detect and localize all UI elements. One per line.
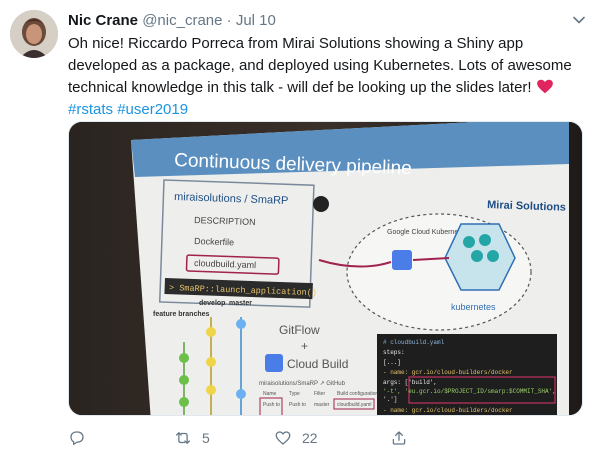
tweet-body: Oh nice! Riccardo Porreca from Mirai Sol…: [68, 35, 572, 96]
github-icon: [313, 196, 329, 212]
code-line-3: [...]: [383, 359, 401, 366]
retweet-count: 5: [202, 430, 210, 446]
trigger-title: miraisolutions/SmaRP ↗ GitHub: [259, 381, 346, 387]
code-line-1: # cloudbuild.yaml: [383, 339, 445, 346]
share-icon: [392, 431, 406, 445]
tweet-actions: 5 22: [68, 426, 548, 450]
code-line-7: '.']: [383, 396, 397, 403]
slide-photo: Continuous delivery pipeline Mirai Solut…: [69, 122, 582, 415]
avatar-image: [10, 10, 58, 58]
heart-icon: [275, 431, 291, 445]
trigger-header-name: Name: [263, 391, 277, 397]
tweet-header: Nic Crane @nic_crane · Jul 10: [68, 11, 276, 31]
retweet-icon: [175, 432, 191, 444]
tweet-date[interactable]: Jul 10: [236, 12, 276, 29]
red-heart-emoji-icon: [536, 79, 553, 94]
cloud-build-logo-icon: [265, 354, 283, 372]
share-button[interactable]: [390, 426, 408, 450]
like-count: 22: [302, 430, 318, 446]
branch-label-master: master: [229, 300, 252, 307]
cloud-build-icon: [392, 250, 412, 270]
tweet-text: Oh nice! Riccardo Porreca from Mirai Sol…: [68, 33, 578, 121]
code-line-4: - name: gcr.io/cloud-builders/docker: [383, 369, 513, 376]
trigger-cell-master: master: [314, 402, 330, 408]
gitflow-label: GitFlow: [279, 323, 320, 337]
author-handle[interactable]: @nic_crane: [142, 12, 222, 29]
avatar[interactable]: [10, 10, 58, 58]
code-line-8: - name: gcr.io/cloud-builders/docker: [383, 407, 513, 414]
retweet-button[interactable]: 5: [174, 426, 210, 450]
chevron-down-icon[interactable]: [573, 14, 585, 26]
author-name[interactable]: Nic Crane: [68, 12, 138, 29]
trigger-header-config: Build configuration: [337, 391, 378, 397]
tweet-photo[interactable]: Continuous delivery pipeline Mirai Solut…: [68, 121, 583, 416]
reply-button[interactable]: [68, 426, 96, 450]
branch-label-develop: develop: [199, 300, 225, 307]
cloud-build-label: Cloud Build: [287, 357, 348, 371]
trigger-cell-push-1: Push to: [263, 402, 280, 408]
trigger-header-type: Type: [289, 391, 300, 397]
kubernetes-label: kubernetes: [451, 302, 496, 312]
file-dockerfile: Dockerfile: [194, 236, 234, 247]
trigger-cell-config: cloudbuild.yaml: [337, 402, 371, 408]
code-line-2: steps:: [383, 349, 405, 356]
trigger-header-filter: Filter: [314, 391, 325, 397]
code-line-6: '-t', 'eu.gcr.io/$PROJECT_ID/smarp:$COMM…: [383, 388, 556, 395]
like-button[interactable]: 22: [274, 426, 318, 450]
header-separator: ·: [226, 12, 232, 29]
hashtag-rstats[interactable]: #rstats: [68, 101, 113, 118]
trigger-cell-push-2: Push to: [289, 402, 306, 408]
plus-sign: +: [301, 339, 308, 353]
branch-label-feature: feature branches: [153, 311, 210, 318]
code-line-5: args: ['build',: [383, 379, 437, 386]
hashtag-user2019[interactable]: #user2019: [117, 101, 188, 118]
reply-icon: [70, 431, 84, 446]
